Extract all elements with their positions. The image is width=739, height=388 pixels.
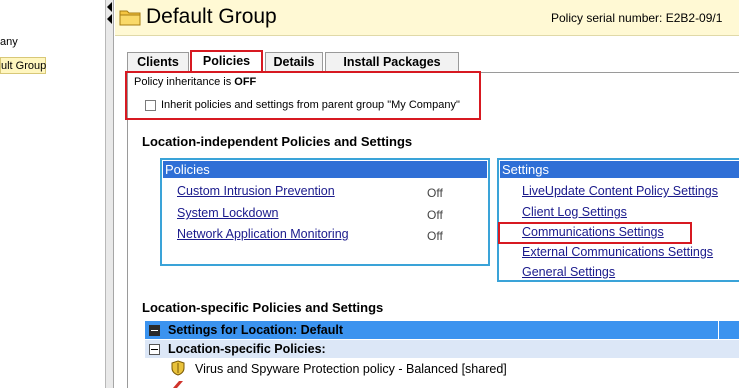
communications-highlight [498, 222, 692, 244]
policy-state: Off [427, 186, 443, 200]
location-policies-row[interactable]: Location-specific Policies: A [145, 340, 739, 358]
settings-link-general[interactable]: General Settings [522, 265, 615, 279]
collapse-icon[interactable] [149, 325, 160, 336]
policy-serial-number: Policy serial number: E2B2-09/1 [551, 11, 723, 25]
tree-item-default-group[interactable]: ult Group [0, 57, 46, 74]
page-title: Default Group [146, 5, 277, 28]
settings-link-external-communications[interactable]: External Communications Settings [522, 245, 713, 259]
pane-splitter[interactable] [106, 0, 114, 388]
tab-install-packages[interactable]: Install Packages [325, 52, 459, 72]
column-separator [718, 321, 719, 339]
location-policies-label: Location-specific Policies: [168, 342, 326, 356]
inheritance-status: Policy inheritance is OFF [134, 76, 256, 88]
policy-state: Off [427, 208, 443, 222]
inheritance-status-value: OFF [234, 76, 257, 88]
tab-clients[interactable]: Clients [127, 52, 189, 72]
firewall-icon [173, 381, 183, 388]
collapse-left-icon-2[interactable] [107, 14, 112, 24]
location-default-label: Settings for Location: Default [168, 323, 343, 337]
page-header: Default Group Policy serial number: E2B2… [115, 0, 739, 36]
location-specific-title: Location-specific Policies and Settings [142, 300, 384, 315]
policy-state: Off [427, 229, 443, 243]
folder-icon [119, 10, 141, 26]
tab-policies[interactable]: Policies [190, 50, 263, 72]
location-default-row[interactable]: Settings for Location: Default [145, 321, 739, 339]
tab-details[interactable]: Details [265, 52, 323, 72]
policies-panel-header: Policies [163, 161, 487, 178]
policy-link-network-application-monitoring[interactable]: Network Application Monitoring [177, 227, 349, 241]
group-tree: any ult Group [0, 0, 106, 388]
inherit-checkbox-label[interactable]: Inherit policies and settings from paren… [161, 99, 460, 111]
policy-link-custom-intrusion-prevention[interactable]: Custom Intrusion Prevention [177, 184, 335, 198]
location-independent-title: Location-independent Policies and Settin… [142, 134, 413, 149]
settings-link-client-log[interactable]: Client Log Settings [522, 205, 627, 219]
policy-virus-spyware[interactable]: Virus and Spyware Protection policy - Ba… [195, 362, 507, 376]
settings-panel: Settings [497, 158, 739, 282]
collapse-left-icon[interactable] [107, 2, 112, 12]
settings-panel-header: Settings [500, 161, 739, 178]
inherit-checkbox[interactable] [145, 100, 156, 111]
policy-link-system-lockdown[interactable]: System Lockdown [177, 206, 278, 220]
tree-item-my-company[interactable]: any [0, 34, 18, 51]
shield-icon [171, 360, 185, 376]
collapse-icon[interactable] [149, 344, 160, 355]
inheritance-status-prefix: Policy inheritance is [134, 76, 235, 88]
settings-link-liveupdate[interactable]: LiveUpdate Content Policy Settings [522, 184, 718, 198]
